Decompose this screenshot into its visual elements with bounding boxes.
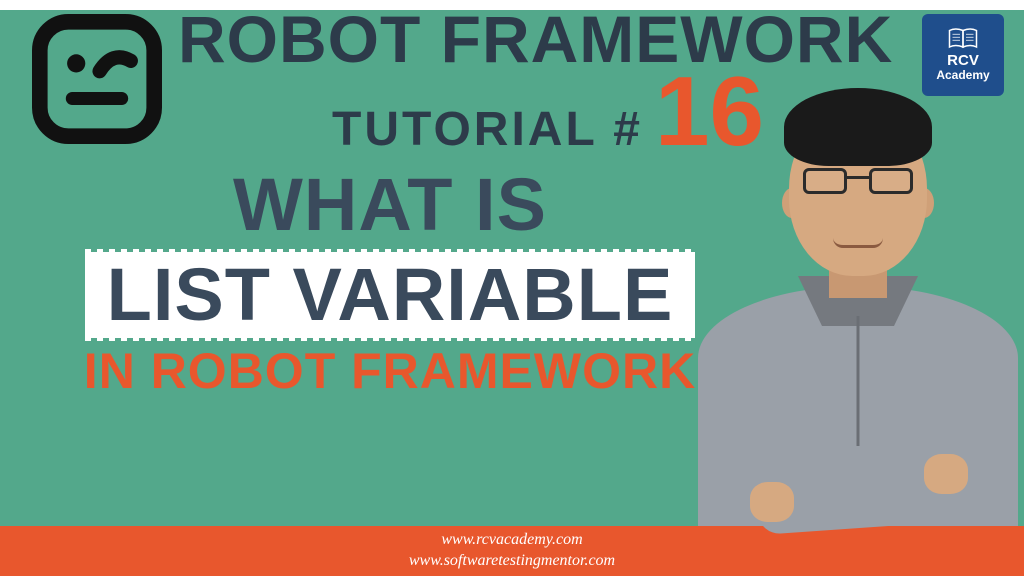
title-line1: ROBOT FRAMEWORK [178, 6, 918, 72]
presenter-portrait [698, 106, 1018, 526]
thumbnail-canvas: ROBOT FRAMEWORK TUTORIAL # 16 RCV Academ… [0, 0, 1024, 576]
badge-line1: RCV [947, 53, 979, 68]
footer-url-1: www.rcvacademy.com [441, 530, 582, 551]
badge-line2: Academy [936, 68, 989, 82]
highlight-box: LIST VARIABLE [85, 252, 696, 338]
subtitle-line1: WHAT IS [70, 168, 710, 242]
subtitle-line3: IN ROBOT FRAMEWORK [70, 344, 710, 399]
book-icon [948, 27, 978, 49]
rcv-academy-badge: RCV Academy [922, 14, 1004, 96]
robot-framework-logo-icon [32, 14, 162, 144]
footer-bar: www.rcvacademy.com www.softwaretestingme… [0, 526, 1024, 576]
footer-url-2: www.softwaretestingmentor.com [409, 551, 615, 572]
subtitle-block: WHAT IS LIST VARIABLE IN ROBOT FRAMEWORK [70, 168, 710, 399]
tutorial-label: TUTORIAL # [332, 102, 643, 157]
subtitle-line2: LIST VARIABLE [107, 258, 674, 332]
